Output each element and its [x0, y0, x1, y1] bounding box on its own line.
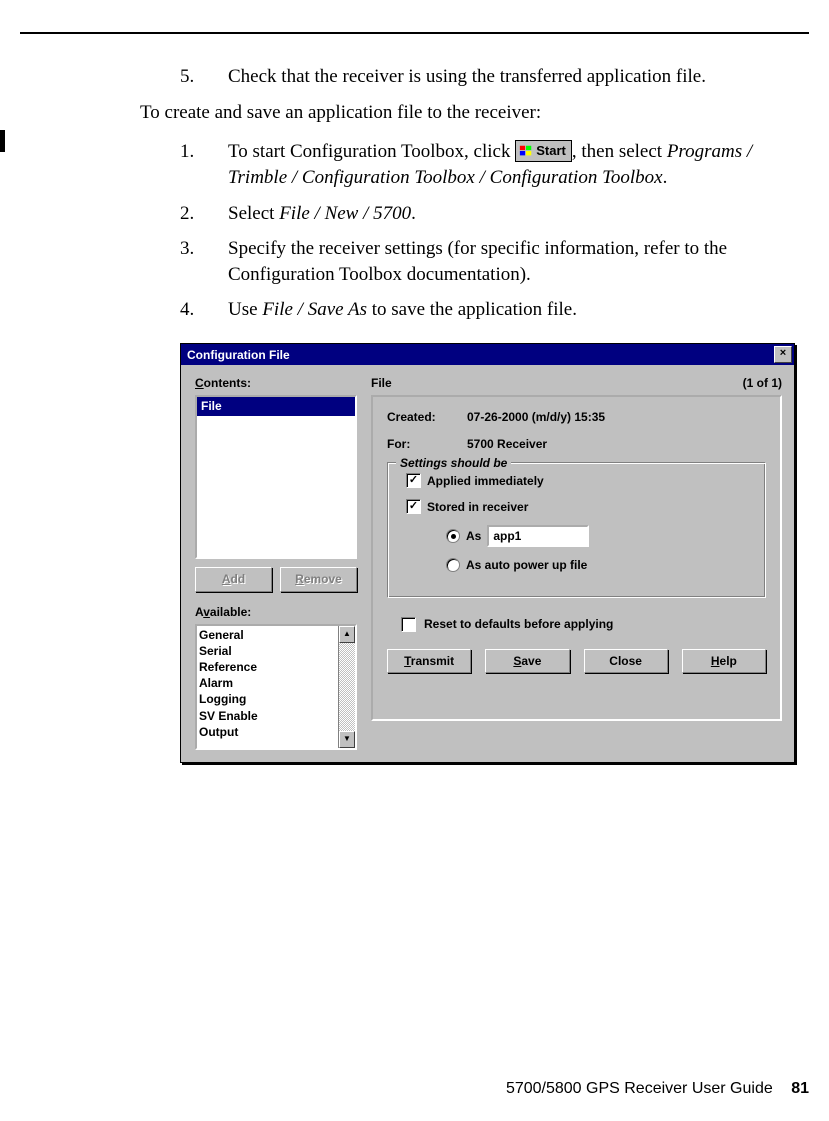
remove-button[interactable]: Remove [280, 567, 357, 591]
reset-checkbox[interactable] [401, 617, 416, 632]
step-text: Select File / New / 5700. [228, 201, 799, 227]
footer-guide: 5700/5800 GPS Receiver User Guide [506, 1080, 773, 1097]
step-number: 4. [180, 297, 228, 323]
file-settings-panel: Created: 07-26-2000 (m/d/y) 15:35 For: 5… [371, 395, 782, 721]
list-item: 4. Use File / Save As to save the applic… [180, 297, 799, 323]
as-radio[interactable] [446, 529, 460, 543]
list-item[interactable]: Logging [199, 691, 336, 707]
contents-listbox[interactable]: File [195, 395, 357, 559]
header-rule [20, 32, 809, 34]
dialog-titlebar[interactable]: Configuration File × [181, 344, 794, 365]
contents-label: Contents: [195, 375, 357, 391]
scrollbar[interactable]: ▲ ▼ [338, 626, 355, 748]
available-label: Available: [195, 604, 357, 620]
windows-icon [519, 144, 533, 158]
scroll-up-icon[interactable]: ▲ [339, 626, 355, 643]
settings-groupbox: Settings should be ✓ Applied immediately… [387, 462, 766, 599]
page-footer: 5700/5800 GPS Receiver User Guide 81 [506, 1078, 809, 1100]
list-item[interactable]: SV Enable [199, 708, 336, 724]
step-number: 3. [180, 236, 228, 287]
help-button[interactable]: Help [682, 649, 766, 673]
list-item-selected[interactable]: File [197, 397, 355, 415]
add-button[interactable]: Add [195, 567, 272, 591]
list-item[interactable]: General [199, 627, 336, 643]
auto-powerup-radio[interactable] [446, 558, 460, 572]
step-text: To start Configuration Toolbox, click St… [228, 139, 799, 190]
step-number: 1. [180, 139, 228, 190]
change-bar [0, 130, 5, 152]
as-label: As [466, 528, 481, 544]
list-item: 5. Check that the receiver is using the … [180, 64, 799, 90]
step-text: Specify the receiver settings (for speci… [228, 236, 799, 287]
intro-paragraph: To create and save an application file t… [140, 100, 799, 126]
list-item: 2. Select File / New / 5700. [180, 201, 799, 227]
panel-count: (1 of 1) [743, 375, 782, 391]
list-item: 3. Specify the receiver settings (for sp… [180, 236, 799, 287]
created-label: Created: [387, 409, 467, 425]
available-listbox[interactable]: General Serial Reference Alarm Logging S… [195, 624, 357, 750]
footer-page: 81 [791, 1080, 809, 1097]
start-button-graphic: Start [515, 140, 572, 162]
list-item: 1. To start Configuration Toolbox, click… [180, 139, 799, 190]
list-item[interactable]: Serial [199, 643, 336, 659]
panel-title: File [371, 375, 392, 391]
step-number: 5. [180, 64, 228, 90]
list-item[interactable]: Alarm [199, 675, 336, 691]
for-value: 5700 Receiver [467, 436, 547, 452]
applied-label: Applied immediately [427, 473, 544, 489]
list-item[interactable]: Reference [199, 659, 336, 675]
stored-checkbox[interactable]: ✓ [406, 499, 421, 514]
save-button[interactable]: Save [485, 649, 569, 673]
step-number: 2. [180, 201, 228, 227]
list-item[interactable]: Output [199, 724, 336, 740]
close-button[interactable]: Close [584, 649, 668, 673]
scroll-down-icon[interactable]: ▼ [339, 731, 355, 748]
stored-label: Stored in receiver [427, 499, 528, 515]
as-name-input[interactable]: app1 [487, 525, 589, 547]
auto-powerup-label: As auto power up file [466, 557, 587, 573]
created-value: 07-26-2000 (m/d/y) 15:35 [467, 409, 605, 425]
configuration-file-dialog: Configuration File × Contents: File Add … [180, 343, 795, 763]
step-text: Use File / Save As to save the applicati… [228, 297, 799, 323]
step-text: Check that the receiver is using the tra… [228, 64, 799, 90]
transmit-button[interactable]: Transmit [387, 649, 471, 673]
close-icon[interactable]: × [774, 346, 792, 363]
for-label: For: [387, 436, 467, 452]
groupbox-legend: Settings should be [396, 455, 511, 471]
dialog-title: Configuration File [187, 347, 290, 363]
reset-label: Reset to defaults before applying [424, 616, 613, 632]
applied-checkbox[interactable]: ✓ [406, 473, 421, 488]
